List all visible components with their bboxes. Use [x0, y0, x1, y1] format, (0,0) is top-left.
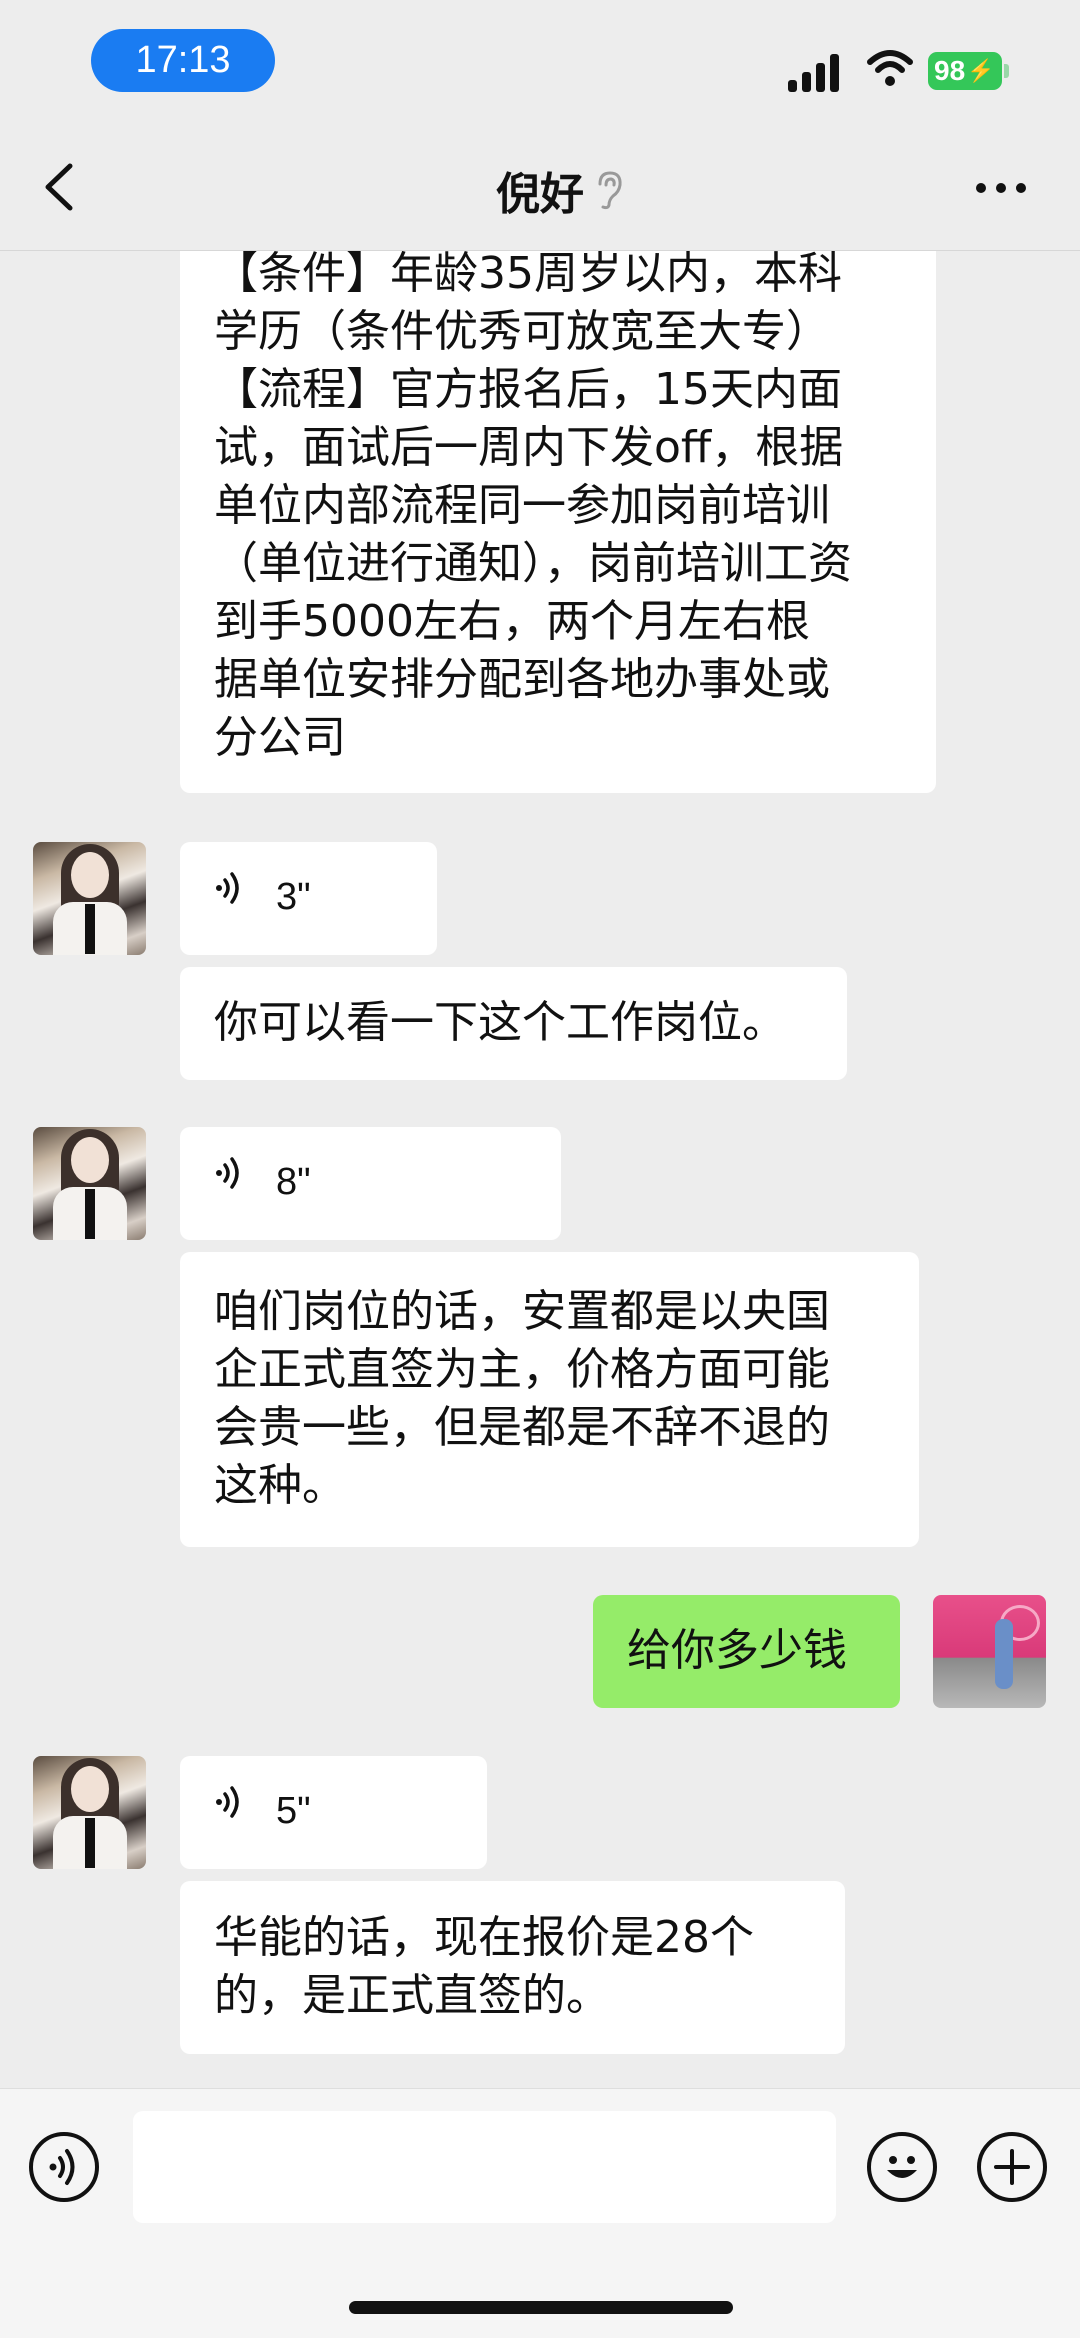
message-input[interactable]	[133, 2111, 836, 2223]
emoji-button[interactable]	[867, 2132, 937, 2202]
message-line: 华能的话，现在报价是28个	[214, 1912, 754, 1963]
voice-duration: 5"	[276, 1790, 311, 1832]
voice-message[interactable]: 5"	[180, 1756, 487, 1869]
voice-message[interactable]: 8"	[180, 1127, 561, 1240]
message-bubble[interactable]: 【条件】年龄35周岁以内，本科 学历（条件优秀可放宽至大专） 【流程】官方报名后…	[180, 251, 936, 793]
wifi-icon	[867, 50, 913, 86]
more-options-button[interactable]	[972, 172, 1032, 202]
battery-indicator: 98 ⚡	[928, 52, 1002, 90]
message-line: 的，是正式直签的。	[214, 1970, 610, 2021]
emoji-icon	[887, 2156, 917, 2178]
voice-message[interactable]: 3"	[180, 842, 437, 955]
voice-duration: 8"	[276, 1161, 311, 1203]
contact-avatar[interactable]	[33, 842, 146, 955]
message-line: 学历（条件优秀可放宽至大专）	[214, 306, 830, 357]
message-line: 企正式直签为主，价格方面可能	[214, 1344, 830, 1395]
charging-bolt-icon: ⚡	[967, 58, 995, 83]
voice-wave-icon	[216, 872, 239, 904]
message-line: 据单位安排分配到各地办事处或	[214, 654, 830, 705]
voice-wave-icon	[216, 1786, 239, 1818]
battery-tip	[1004, 64, 1009, 78]
message-line: 这种。	[214, 1460, 346, 1511]
battery-level: 98	[934, 55, 966, 86]
message-line: 会贵一些，但是都是不辞不退的	[214, 1402, 830, 1453]
voice-wave-icon	[216, 1157, 239, 1189]
more-dots-icon	[976, 183, 986, 193]
chat-title: 倪好	[496, 169, 584, 220]
message-line: 给你多少钱	[627, 1625, 847, 1676]
chat-header: 倪好	[0, 120, 1080, 251]
message-line: 咱们岗位的话，安置都是以央国	[214, 1286, 830, 1337]
message-bubble[interactable]: 你可以看一下这个工作岗位。	[180, 967, 847, 1080]
message-bubble[interactable]: 华能的话，现在报价是28个 的，是正式直签的。	[180, 1881, 845, 2054]
message-line: 你可以看一下这个工作岗位。	[214, 997, 786, 1048]
voice-input-button[interactable]	[29, 2132, 99, 2202]
message-line: 到手5000左右，两个月左右根	[214, 596, 810, 647]
contact-avatar[interactable]	[33, 1756, 146, 1869]
message-line: （单位进行通知），岗前培训工资	[214, 538, 852, 589]
cellular-signal-icon	[788, 52, 844, 92]
message-line: 【条件】年龄35周岁以内，本科	[214, 251, 842, 299]
message-bubble[interactable]: 咱们岗位的话，安置都是以央国 企正式直签为主，价格方面可能 会贵一些，但是都是不…	[180, 1252, 919, 1547]
status-time[interactable]: 17:13	[91, 29, 275, 92]
my-message-bubble[interactable]: 给你多少钱	[593, 1595, 900, 1708]
plus-icon	[994, 2149, 1030, 2185]
message-line: 单位内部流程同一参加岗前培训	[214, 480, 830, 531]
message-line: 【流程】官方报名后，15天内面	[214, 364, 842, 415]
home-indicator[interactable]	[349, 2301, 733, 2314]
message-line: 试，面试后一周内下发off，根据	[214, 422, 844, 473]
voice-input-icon	[49, 2149, 75, 2185]
ear-icon	[598, 171, 622, 210]
status-bar: 17:13 98 ⚡	[0, 0, 1080, 120]
my-avatar[interactable]	[933, 1595, 1046, 1708]
message-line: 分公司	[214, 712, 346, 763]
more-functions-button[interactable]	[977, 2132, 1047, 2202]
voice-duration: 3"	[276, 876, 311, 918]
contact-avatar[interactable]	[33, 1127, 146, 1240]
message-list[interactable]: 【条件】年龄35周岁以内，本科 学历（条件优秀可放宽至大专） 【流程】官方报名后…	[0, 251, 1080, 2087]
